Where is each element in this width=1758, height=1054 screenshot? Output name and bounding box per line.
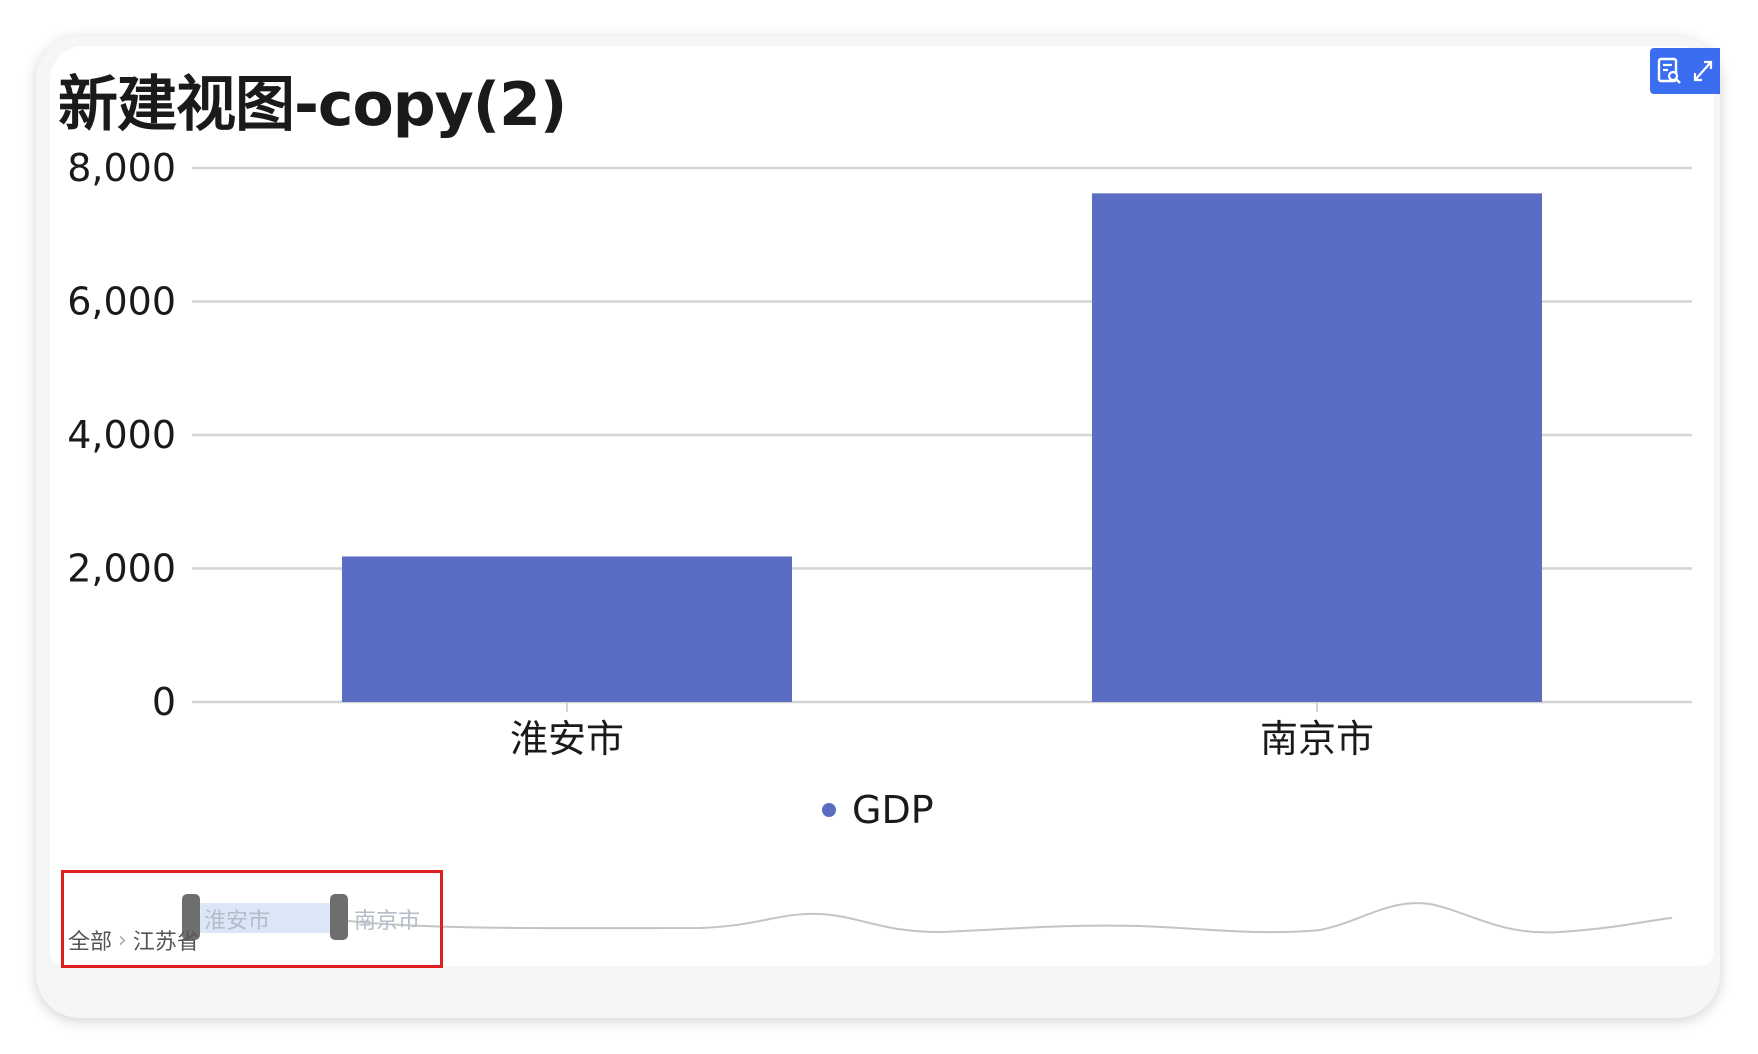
- y-axis-ticks: 0 2,000 4,000 6,000 8,000: [67, 146, 176, 724]
- y-tick-label: 6,000: [67, 280, 176, 324]
- legend-label: GDP: [852, 788, 934, 832]
- legend-item-gdp[interactable]: GDP: [822, 788, 934, 832]
- legend-marker: [822, 803, 836, 817]
- breadcrumb-item-all[interactable]: 全部: [68, 924, 112, 956]
- x-axis-ticks: 淮安市 南京市: [510, 702, 1374, 761]
- y-tick-label: 0: [152, 680, 176, 724]
- y-tick-label: 2,000: [67, 547, 176, 591]
- breadcrumb-item-province[interactable]: 江苏省: [133, 924, 199, 956]
- y-tick-label: 4,000: [67, 413, 176, 457]
- data-zoom-end-label: 南京市: [354, 909, 421, 934]
- bar[interactable]: [342, 556, 792, 702]
- breadcrumb-separator: ›: [118, 927, 127, 953]
- bar[interactable]: [1092, 193, 1542, 703]
- bars: [342, 193, 1542, 703]
- bar-chart: 02,0004,0006,0008,000 淮安市 南京市: [67, 146, 1692, 934]
- drill-breadcrumb: 全部 › 江苏省: [68, 924, 199, 956]
- data-zoom-end-handle[interactable]: [330, 894, 348, 940]
- data-zoom-start-label: 淮安市: [204, 909, 271, 934]
- x-tick-label: 南京市: [1260, 717, 1374, 761]
- x-tick-label: 淮安市: [510, 717, 624, 761]
- y-tick-label: 8,000: [67, 146, 176, 190]
